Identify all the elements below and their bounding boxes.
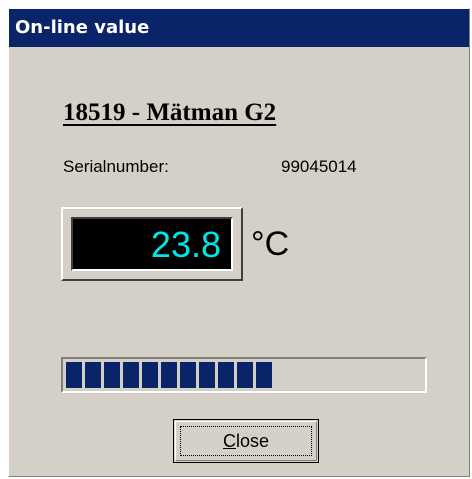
close-button-focus-rect: Close xyxy=(180,426,312,456)
reading-display: 23.8 xyxy=(61,207,243,281)
close-button-mnemonic: C xyxy=(222,430,236,451)
window-title: On-line value xyxy=(9,9,469,47)
progress-segment xyxy=(180,362,196,388)
reading-screen: 23.8 xyxy=(71,217,233,271)
progress-segment xyxy=(161,362,177,388)
progress-segment xyxy=(199,362,215,388)
online-value-dialog: On-line value 18519 - Mätman G2 Serialnu… xyxy=(8,8,470,477)
progress-segment xyxy=(142,362,158,388)
reading-value: 23.8 xyxy=(150,224,221,265)
device-title: 18519 - Mätman G2 xyxy=(63,99,277,126)
progress-segment xyxy=(256,362,272,388)
close-button[interactable]: Close xyxy=(173,419,319,463)
reading-unit: °C xyxy=(251,225,290,263)
progress-segment xyxy=(66,362,82,388)
progress-segment xyxy=(237,362,253,388)
progress-segment xyxy=(123,362,139,388)
progress-segment xyxy=(85,362,101,388)
progress-segment xyxy=(218,362,234,388)
serial-value: 99045014 xyxy=(281,157,357,176)
progress-segment xyxy=(104,362,120,388)
progress-bar xyxy=(61,357,427,393)
serial-label: Serialnumber: xyxy=(63,157,169,176)
close-button-label: lose xyxy=(235,430,270,451)
